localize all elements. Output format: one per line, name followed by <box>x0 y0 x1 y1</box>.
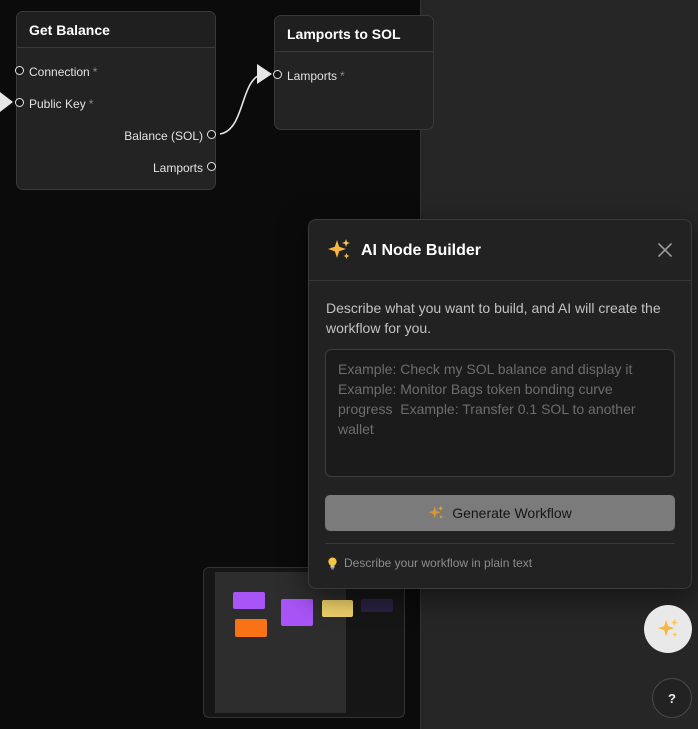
required-mark: * <box>340 69 345 83</box>
minimap-node <box>361 599 393 612</box>
sparkles-icon <box>657 618 679 638</box>
dialog-header: AI Node Builder <box>309 220 691 281</box>
workflow-prompt-input[interactable] <box>325 349 675 477</box>
workflow-editor: Get Balance Connection * Public Key * Bala… <box>0 0 698 729</box>
minimap-node <box>281 599 313 626</box>
port-label: Public Key <box>29 97 86 111</box>
ai-assistant-button[interactable] <box>644 605 692 653</box>
sparkles-icon <box>328 239 350 259</box>
dialog-tip: Describe your workflow in plain text <box>327 556 532 570</box>
minimap-node <box>233 592 265 609</box>
minimap-node <box>235 619 267 637</box>
node-title[interactable]: Lamports to SOL <box>275 16 433 52</box>
required-mark: * <box>88 97 94 111</box>
port-label: Lamports <box>287 69 338 83</box>
port-lamports-in-handle[interactable] <box>273 70 282 79</box>
port-public-key-handle[interactable] <box>15 98 24 107</box>
node-get-balance[interactable]: Get Balance Connection * Public Key * Bala… <box>16 11 216 190</box>
input-public-key: Public Key * <box>29 96 93 112</box>
input-connection: Connection * <box>29 64 97 80</box>
dialog-title: AI Node Builder <box>361 242 482 259</box>
minimap-node <box>322 600 353 617</box>
port-label: Connection <box>29 65 90 79</box>
input-lamports: Lamports * <box>287 68 345 84</box>
port-connection-handle[interactable] <box>15 66 24 75</box>
required-mark: * <box>92 65 98 79</box>
port-label: Lamports <box>152 161 203 175</box>
port-lamports-out-handle[interactable] <box>207 162 216 171</box>
port-balance-sol-handle[interactable] <box>207 130 216 139</box>
dialog-description: Describe what you want to build, and AI … <box>326 300 661 336</box>
close-icon[interactable] <box>655 240 675 260</box>
node-title[interactable]: Get Balance <box>17 12 215 48</box>
tip-text: Describe your workflow in plain text <box>344 556 533 570</box>
help-button[interactable]: ? <box>652 678 692 718</box>
divider <box>325 543 675 544</box>
lightbulb-icon <box>328 556 337 569</box>
output-lamports: Lamports <box>153 160 203 176</box>
node-lamports-to-sol[interactable]: Lamports to SOL Lamports * <box>274 15 434 130</box>
sparkles-icon <box>428 505 444 519</box>
port-label: Balance (SOL) <box>124 129 203 143</box>
generate-workflow-label: Generate Workflow <box>452 505 572 521</box>
ai-node-builder-dialog: AI Node Builder Describe what you want t… <box>308 219 692 589</box>
output-balance-sol: Balance (SOL) <box>124 128 203 144</box>
minimap[interactable] <box>203 567 405 718</box>
generate-workflow-button[interactable]: Generate Workflow <box>325 495 675 531</box>
